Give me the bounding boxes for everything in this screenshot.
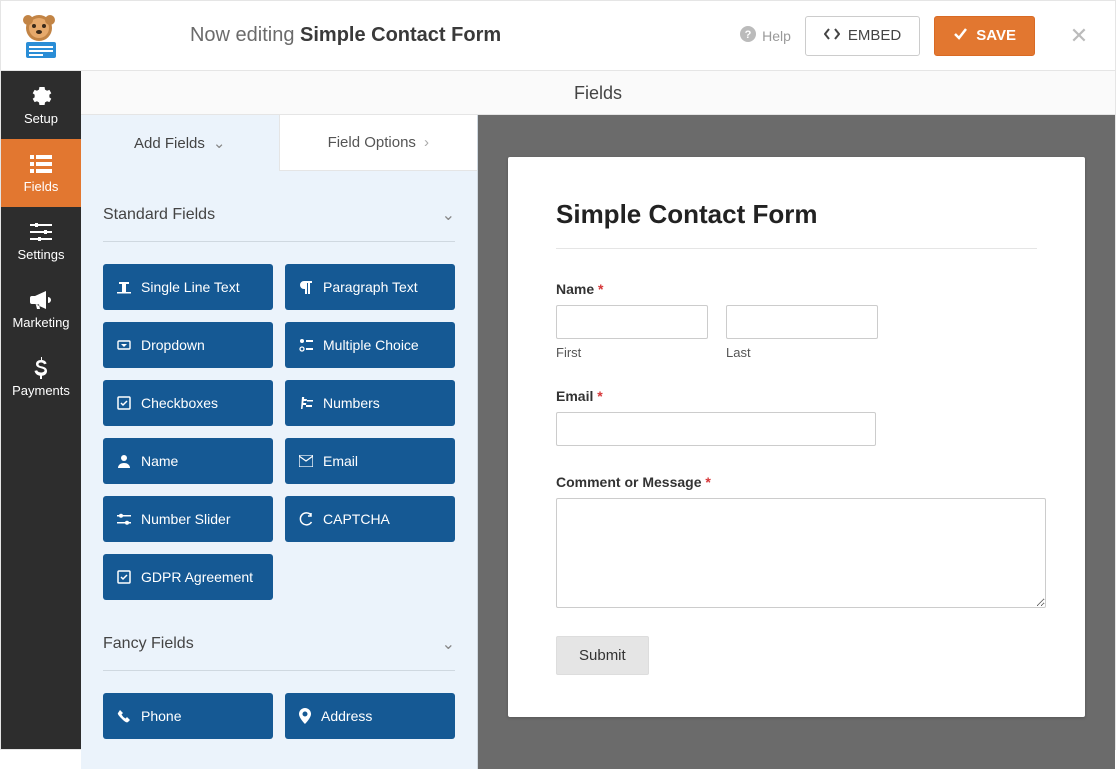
field-dropdown[interactable]: Dropdown xyxy=(103,322,273,368)
form-preview: Simple Contact Form Name * First Last Em… xyxy=(478,115,1115,769)
chevron-right-icon: › xyxy=(424,134,429,151)
nav-label: Setup xyxy=(24,111,58,126)
field-numbers[interactable]: Numbers xyxy=(285,380,455,426)
nav-fields[interactable]: Fields xyxy=(1,139,81,207)
tab-add-fields[interactable]: Add Fields ⌄ xyxy=(81,115,279,171)
chevron-down-icon: ⌄ xyxy=(213,134,226,152)
input-email[interactable] xyxy=(556,412,876,446)
label-name: Name * xyxy=(556,281,1037,297)
group-standard-fields[interactable]: Standard Fields ⌄ xyxy=(103,171,455,242)
bullhorn-icon xyxy=(30,289,52,311)
nav-settings[interactable]: Settings xyxy=(1,207,81,275)
editing-prefix: Now editing xyxy=(190,24,300,46)
nav-payments[interactable]: Payments xyxy=(1,343,81,411)
label-email: Email * xyxy=(556,388,1037,404)
nav-label: Payments xyxy=(12,383,70,398)
sublabel-last: Last xyxy=(726,345,878,360)
dollar-icon xyxy=(30,357,52,379)
fields-panel: Add Fields ⌄ Field Options › Standard Fi… xyxy=(81,115,478,769)
code-icon xyxy=(824,27,840,45)
input-last-name[interactable] xyxy=(726,305,878,339)
field-single-line-text[interactable]: Single Line Text xyxy=(103,264,273,310)
field-multiple-choice[interactable]: Multiple Choice xyxy=(285,322,455,368)
field-gdpr[interactable]: GDPR Agreement xyxy=(103,554,273,600)
embed-button[interactable]: EMBED xyxy=(805,16,920,56)
chevron-down-icon: ⌄ xyxy=(442,205,455,225)
help-icon: ? xyxy=(740,26,756,45)
field-captcha[interactable]: CAPTCHA xyxy=(285,496,455,542)
sublabel-first: First xyxy=(556,345,708,360)
close-button[interactable]: ✕ xyxy=(1059,23,1099,49)
field-email[interactable]: Email xyxy=(285,438,455,484)
field-number-slider[interactable]: Number Slider xyxy=(103,496,273,542)
svg-text:?: ? xyxy=(745,29,752,41)
nav-setup[interactable]: Setup xyxy=(1,71,81,139)
nav-label: Settings xyxy=(18,247,65,262)
gear-icon xyxy=(30,85,52,107)
editing-form-name: Simple Contact Form xyxy=(300,24,501,46)
chevron-down-icon: ⌄ xyxy=(442,634,455,654)
close-icon: ✕ xyxy=(1070,23,1088,48)
submit-button[interactable]: Submit xyxy=(556,636,649,675)
nav-label: Marketing xyxy=(12,315,69,330)
input-message[interactable] xyxy=(556,498,1046,608)
label-message: Comment or Message * xyxy=(556,474,1037,490)
field-phone[interactable]: Phone xyxy=(103,693,273,739)
field-checkboxes[interactable]: Checkboxes xyxy=(103,380,273,426)
top-bar: Now editing Simple Contact Form ? Help E… xyxy=(1,1,1115,71)
group-fancy-fields[interactable]: Fancy Fields ⌄ xyxy=(103,600,455,671)
field-name[interactable]: Name xyxy=(103,438,273,484)
list-icon xyxy=(30,153,52,175)
nav-label: Fields xyxy=(24,179,59,194)
editing-title: Now editing Simple Contact Form xyxy=(0,24,740,47)
form-title: Simple Contact Form xyxy=(556,199,1037,249)
nav-marketing[interactable]: Marketing xyxy=(1,275,81,343)
tab-field-options[interactable]: Field Options › xyxy=(279,115,478,171)
section-title: Fields xyxy=(81,71,1115,115)
form-card[interactable]: Simple Contact Form Name * First Last Em… xyxy=(508,157,1085,717)
field-paragraph-text[interactable]: Paragraph Text xyxy=(285,264,455,310)
save-button[interactable]: SAVE xyxy=(934,16,1035,56)
sliders-icon xyxy=(30,221,52,243)
input-first-name[interactable] xyxy=(556,305,708,339)
field-address[interactable]: Address xyxy=(285,693,455,739)
check-icon xyxy=(953,26,968,45)
left-nav: Setup Fields Settings Marketing Payments xyxy=(1,71,81,749)
help-link[interactable]: ? Help xyxy=(740,26,791,45)
